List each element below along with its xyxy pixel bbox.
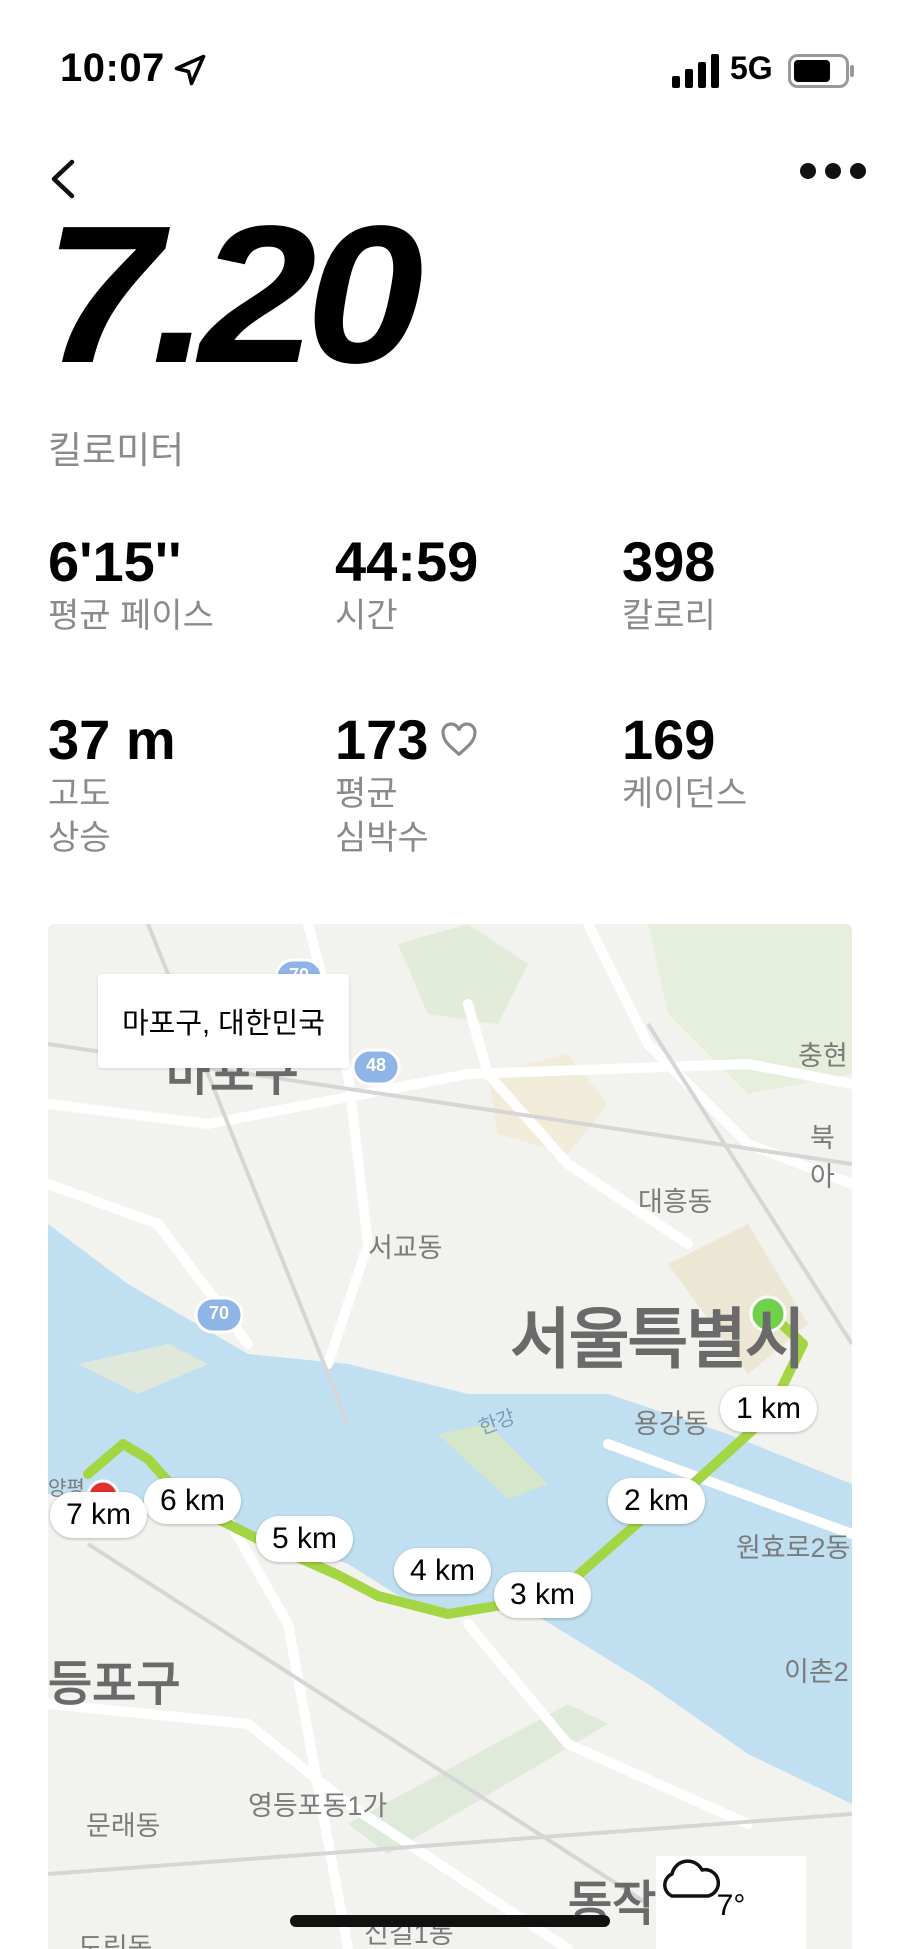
cellular-signal-icon xyxy=(672,54,719,88)
stat-value: 169 xyxy=(622,708,716,771)
stat-label: 평균 페이스 xyxy=(48,597,214,635)
route-shield-70: 70 xyxy=(208,1303,230,1323)
stat-value: 173 xyxy=(335,708,429,771)
map-location-label: 마포구, 대한민국 xyxy=(98,974,349,1068)
route-map[interactable]: 48 70 70 마포구 서울특별시 서교동 대흥동 용강동 원효로2동 이촌2… xyxy=(48,924,852,1949)
stat-value: 398 xyxy=(622,530,716,593)
place-mullae: 문래동 xyxy=(86,1811,161,1841)
km-marker-5: 5 km xyxy=(256,1516,354,1562)
stat-time: 44:59 시간 xyxy=(335,530,605,638)
place-dorim: 도림동 xyxy=(78,1933,153,1949)
stat-label-line1: 평균 xyxy=(335,775,398,813)
stat-value: 6'15'' xyxy=(48,530,182,593)
stat-elevation-gain: 37 m 고도 상승 xyxy=(48,708,318,860)
place-buk: 북아 xyxy=(810,1123,835,1192)
stat-avg-heart-rate: 173 평균 심박수 xyxy=(335,708,605,860)
stat-cadence: 169 케이던스 xyxy=(622,708,892,816)
stat-label: 케이던스 xyxy=(622,775,748,813)
stat-value: 37 m xyxy=(48,708,176,771)
km-marker-6: 6 km xyxy=(144,1478,242,1524)
place-seogyo: 서교동 xyxy=(368,1233,443,1263)
cloud-icon xyxy=(663,1859,721,1898)
distance-unit: 킬로미터 xyxy=(48,430,185,471)
stat-label-line2: 심박수 xyxy=(335,819,429,857)
location-arrow-icon xyxy=(174,54,206,86)
place-seoul: 서울특별시 xyxy=(510,1302,806,1376)
km-marker-1: 1 km xyxy=(720,1386,818,1432)
km-marker-4: 4 km xyxy=(394,1548,492,1594)
place-yeongdeungpo1ga: 영등포동1가 xyxy=(248,1791,388,1821)
status-bar: 10:07 5G xyxy=(0,0,900,140)
route-shield-48: 48 xyxy=(365,1055,387,1075)
more-options-icon[interactable] xyxy=(800,156,866,186)
stat-avg-pace: 6'15'' 평균 페이스 xyxy=(48,530,318,638)
stat-label: 칼로리 xyxy=(622,597,716,635)
km-marker-7: 7 km xyxy=(50,1492,148,1538)
place-ichon: 이촌2 xyxy=(784,1657,849,1687)
distance-value: 7.20 xyxy=(44,185,424,404)
stat-label-line2: 상승 xyxy=(48,819,111,857)
stat-label-line1: 고도 xyxy=(48,775,111,813)
place-daeheung: 대흥동 xyxy=(638,1187,713,1217)
network-type: 5G xyxy=(730,50,773,86)
place-wonhyo: 원효로2동 xyxy=(736,1533,851,1563)
stat-value: 44:59 xyxy=(335,530,479,593)
home-indicator[interactable] xyxy=(290,1915,610,1927)
km-marker-3: 3 km xyxy=(494,1572,592,1618)
heart-icon xyxy=(441,722,477,757)
battery-icon xyxy=(788,54,854,88)
status-time: 10:07 xyxy=(60,46,165,90)
km-marker-2: 2 km xyxy=(608,1478,706,1524)
place-chunghyeon: 충현 xyxy=(798,1041,848,1071)
place-yeongdeungpo: 등포구 xyxy=(48,1658,181,1711)
stat-calories: 398 칼로리 xyxy=(622,530,892,638)
weather-card: 7° xyxy=(656,1856,806,1949)
stat-label: 시간 xyxy=(335,597,398,635)
place-yonggang: 용강동 xyxy=(634,1409,709,1439)
